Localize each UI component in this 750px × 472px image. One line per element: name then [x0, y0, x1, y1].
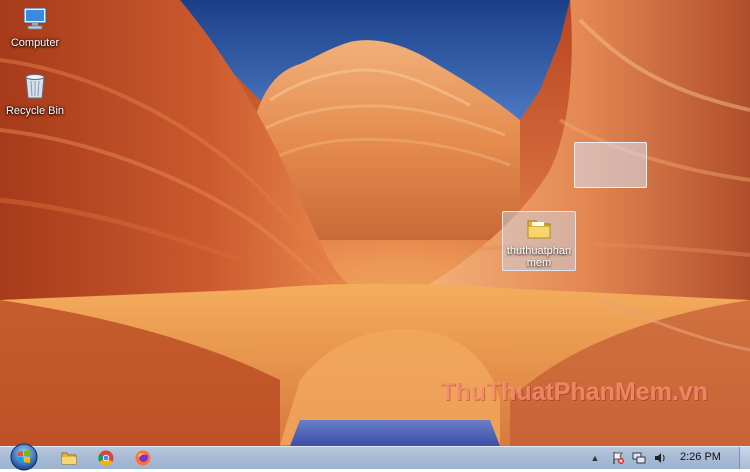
- tray-show-hidden-icons-button[interactable]: ▲: [588, 447, 602, 469]
- taskbar-file-explorer-button[interactable]: [58, 447, 80, 469]
- drag-ghost-outline: [574, 142, 647, 188]
- desktop-icon-label: Recycle Bin: [5, 105, 65, 117]
- chrome-icon: [98, 450, 114, 466]
- tray-action-center-button[interactable]: [610, 447, 626, 469]
- tray-network-button[interactable]: [631, 447, 647, 469]
- folder-icon: [61, 452, 77, 465]
- taskbar: ▲ 2:26 PM: [0, 443, 750, 471]
- desktop-icon-computer[interactable]: Computer: [0, 6, 70, 49]
- computer-icon: [0, 6, 70, 35]
- taskbar-firefox-button[interactable]: [132, 447, 154, 469]
- show-desktop-button[interactable]: [739, 447, 750, 469]
- flag-icon: [613, 452, 624, 464]
- tray-volume-button[interactable]: [652, 447, 668, 469]
- taskbar-chrome-button[interactable]: [95, 447, 117, 469]
- desktop[interactable]: Computer Recycle Bin thuthuatphanmem Thu…: [0, 0, 750, 446]
- network-icon: [632, 452, 646, 464]
- folder-icon: [503, 216, 575, 243]
- folder-label: thuthuatphanmem: [506, 245, 572, 269]
- watermark: ThuThuatPhanMem.vn: [440, 378, 709, 406]
- firefox-icon: [135, 450, 151, 466]
- desktop-icon-folder[interactable]: thuthuatphanmem: [502, 211, 576, 271]
- desktop-icon-recycle-bin[interactable]: Recycle Bin: [0, 72, 70, 117]
- desktop-icon-label: Computer: [10, 37, 60, 49]
- recycle-bin-icon: [0, 72, 70, 103]
- tray-clock[interactable]: 2:26 PM: [680, 451, 721, 463]
- volume-icon: [655, 453, 665, 463]
